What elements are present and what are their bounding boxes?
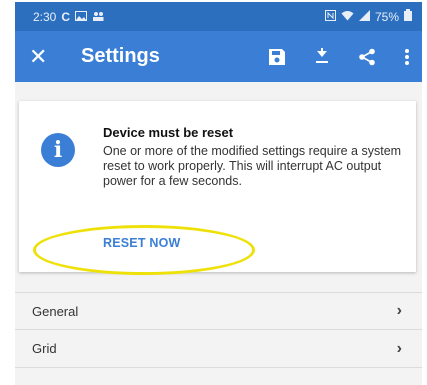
people-notification-icon xyxy=(92,10,104,24)
reset-now-button[interactable]: RESET NOW xyxy=(103,236,181,250)
info-icon: i xyxy=(41,133,75,167)
wifi-icon xyxy=(341,10,354,24)
settings-item-label: General xyxy=(32,303,79,319)
status-right: 75% xyxy=(324,9,412,24)
download-icon[interactable] xyxy=(314,47,330,66)
alert-message: One or more of the modified settings req… xyxy=(103,144,402,188)
reset-alert-card: i Device must be reset One or more of th… xyxy=(19,101,416,272)
app-bar: ✕ Settings xyxy=(15,31,422,82)
more-vert-icon[interactable] xyxy=(404,48,410,66)
battery-percent: 75% xyxy=(374,9,399,24)
battery-icon xyxy=(404,9,412,24)
image-notification-icon xyxy=(75,10,88,24)
settings-item-grid[interactable]: Grid › xyxy=(15,330,422,368)
status-left: 2:30 C xyxy=(33,10,104,24)
phone-screen: 2:30 C 75% ✕ Settings i Device must be r… xyxy=(15,2,422,385)
carrier-glyph: C xyxy=(61,9,71,24)
settings-list: General › Grid › xyxy=(15,292,422,368)
signal-icon xyxy=(358,9,370,24)
nfc-icon xyxy=(324,9,336,24)
settings-item-label: Grid xyxy=(32,341,57,356)
app-bar-actions xyxy=(268,47,410,66)
close-button[interactable]: ✕ xyxy=(29,45,63,68)
chevron-right-icon: › xyxy=(396,302,402,319)
settings-item-general[interactable]: General › xyxy=(15,292,422,330)
chevron-right-icon: › xyxy=(396,339,402,357)
page-title: Settings xyxy=(81,45,160,67)
status-time: 2:30 xyxy=(33,9,57,24)
save-icon[interactable] xyxy=(268,48,286,66)
share-icon[interactable] xyxy=(358,48,376,66)
alert-title: Device must be reset xyxy=(103,125,234,140)
status-bar: 2:30 C 75% xyxy=(15,2,422,31)
